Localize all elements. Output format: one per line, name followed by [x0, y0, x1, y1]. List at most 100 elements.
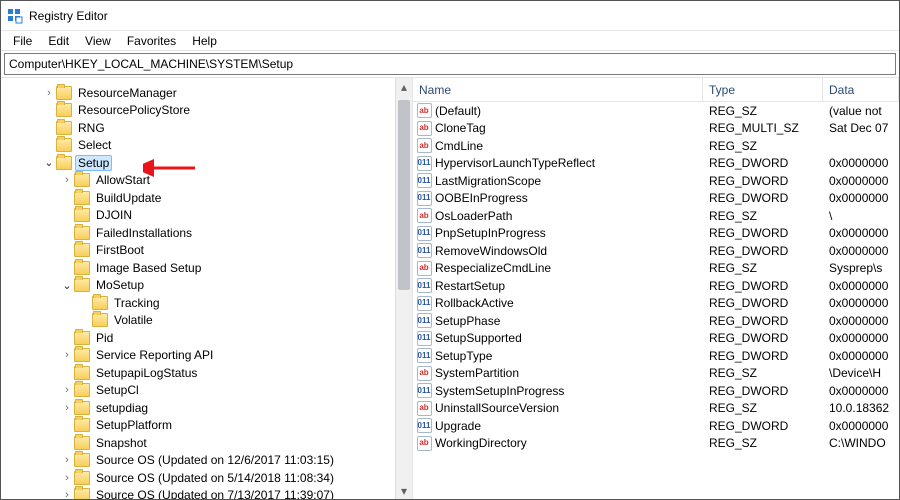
reg-string-icon: ab: [417, 121, 432, 136]
chevron-right-icon[interactable]: ›: [61, 489, 73, 499]
list-row[interactable]: 011SetupSupportedREG_DWORD0x0000000: [413, 330, 899, 348]
tree-view[interactable]: ›ResourceManagerResourcePolicyStoreRNGSe…: [1, 78, 395, 499]
value-data: 0x0000000: [823, 384, 899, 398]
list-row[interactable]: ab(Default)REG_SZ(value not: [413, 102, 899, 120]
tree-item-label: Volatile: [111, 313, 156, 327]
list-row[interactable]: 011SetupPhaseREG_DWORD0x0000000: [413, 312, 899, 330]
list-row[interactable]: abOsLoaderPathREG_SZ\: [413, 207, 899, 225]
list-row[interactable]: abWorkingDirectoryREG_SZC:\WINDO: [413, 435, 899, 453]
value-name: SystemSetupInProgress: [435, 384, 703, 398]
tree-item-label: SetupPlatform: [93, 418, 175, 432]
value-type: REG_DWORD: [703, 156, 823, 170]
tree-item[interactable]: ›Source OS (Updated on 12/6/2017 11:03:1…: [1, 452, 395, 470]
list-row[interactable]: 011RollbackActiveREG_DWORD0x0000000: [413, 295, 899, 313]
tree-item[interactable]: BuildUpdate: [1, 189, 395, 207]
tree-item[interactable]: › SetupCl: [1, 382, 395, 400]
menu-item-file[interactable]: File: [5, 32, 40, 50]
list-row[interactable]: 011RestartSetupREG_DWORD0x0000000: [413, 277, 899, 295]
address-input[interactable]: [5, 54, 895, 74]
value-type: REG_MULTI_SZ: [703, 121, 823, 135]
tree-item[interactable]: Pid: [1, 329, 395, 347]
value-type: REG_SZ: [703, 436, 823, 450]
tree-scrollbar[interactable]: ▴ ▾: [395, 78, 412, 499]
scroll-thumb[interactable]: [398, 100, 410, 290]
list-row[interactable]: abRespecializeCmdLineREG_SZSysprep\s: [413, 260, 899, 278]
chevron-right-icon[interactable]: ›: [61, 454, 73, 466]
list-row[interactable]: 011UpgradeREG_DWORD0x0000000: [413, 417, 899, 435]
list-row[interactable]: 011LastMigrationScopeREG_DWORD0x0000000: [413, 172, 899, 190]
tree-panel: ›ResourceManagerResourcePolicyStoreRNGSe…: [1, 78, 413, 499]
menu-item-favorites[interactable]: Favorites: [119, 32, 184, 50]
tree-item[interactable]: Select: [1, 137, 395, 155]
value-type: REG_DWORD: [703, 419, 823, 433]
tree-item-label: BuildUpdate: [93, 191, 164, 205]
folder-icon: [92, 296, 108, 310]
value-name: RollbackActive: [435, 296, 703, 310]
chevron-right-icon[interactable]: ›: [61, 349, 73, 361]
scroll-down-button[interactable]: ▾: [396, 482, 412, 499]
chevron-right-icon[interactable]: ›: [43, 87, 55, 99]
column-header-type[interactable]: Type: [703, 78, 823, 101]
tree-item-label: ResourceManager: [75, 86, 180, 100]
value-type: REG_SZ: [703, 139, 823, 153]
list-row[interactable]: 011PnpSetupInProgressREG_DWORD0x0000000: [413, 225, 899, 243]
scroll-up-button[interactable]: ▴: [396, 78, 412, 95]
list-view[interactable]: ab(Default)REG_SZ(value notabCloneTagREG…: [413, 102, 899, 499]
tree-item[interactable]: ›setupdiag: [1, 399, 395, 417]
list-row[interactable]: abCmdLineREG_SZ: [413, 137, 899, 155]
reg-string-icon: ab: [417, 103, 432, 118]
tree-item[interactable]: ⌄Setup: [1, 154, 395, 172]
reg-string-icon: ab: [417, 401, 432, 416]
value-data: 0x0000000: [823, 174, 899, 188]
tree-item[interactable]: DJOIN: [1, 207, 395, 225]
tree-item-label: Image Based Setup: [93, 261, 204, 275]
tree-item[interactable]: Volatile: [1, 312, 395, 330]
folder-icon: [74, 418, 90, 432]
value-data: 0x0000000: [823, 156, 899, 170]
tree-item[interactable]: Tracking: [1, 294, 395, 312]
tree-item[interactable]: › ResourceManager: [1, 84, 395, 102]
chevron-right-icon[interactable]: ›: [61, 384, 73, 396]
column-header-name[interactable]: Name: [413, 78, 703, 101]
tree-item[interactable]: ResourcePolicyStore: [1, 102, 395, 120]
list-row[interactable]: abCloneTagREG_MULTI_SZSat Dec 07: [413, 120, 899, 138]
list-row[interactable]: 011SetupTypeREG_DWORD0x0000000: [413, 347, 899, 365]
list-row[interactable]: abSystemPartitionREG_SZ\Device\H: [413, 365, 899, 383]
list-row[interactable]: 011HypervisorLaunchTypeReflectREG_DWORD0…: [413, 155, 899, 173]
value-data: 0x0000000: [823, 279, 899, 293]
folder-icon: [74, 173, 90, 187]
list-row[interactable]: 011RemoveWindowsOldREG_DWORD0x0000000: [413, 242, 899, 260]
tree-item[interactable]: FailedInstallations: [1, 224, 395, 242]
column-header-data[interactable]: Data: [823, 78, 899, 101]
value-type: REG_DWORD: [703, 226, 823, 240]
tree-item[interactable]: › AllowStart: [1, 172, 395, 190]
chevron-right-icon[interactable]: ›: [61, 472, 73, 484]
chevron-down-icon[interactable]: ⌄: [43, 156, 55, 169]
tree-item[interactable]: ›Service Reporting API: [1, 347, 395, 365]
tree-item-label: AllowStart: [93, 173, 153, 187]
menu-item-help[interactable]: Help: [184, 32, 225, 50]
tree-item[interactable]: FirstBoot: [1, 242, 395, 260]
reg-binary-icon: 011: [417, 296, 432, 311]
menu-item-view[interactable]: View: [77, 32, 119, 50]
list-row[interactable]: 011SystemSetupInProgressREG_DWORD0x00000…: [413, 382, 899, 400]
tree-item[interactable]: ›Source OS (Updated on 7/13/2017 11:39:0…: [1, 487, 395, 500]
value-name: RespecializeCmdLine: [435, 261, 703, 275]
chevron-right-icon[interactable]: ›: [61, 174, 73, 186]
chevron-down-icon[interactable]: ⌄: [61, 279, 73, 292]
menu-item-edit[interactable]: Edit: [40, 32, 77, 50]
tree-item[interactable]: RNG: [1, 119, 395, 137]
chevron-right-icon[interactable]: ›: [61, 402, 73, 414]
list-row[interactable]: 011OOBEInProgressREG_DWORD0x0000000: [413, 190, 899, 208]
tree-item-label: SetupCl: [93, 383, 142, 397]
tree-item[interactable]: Image Based Setup: [1, 259, 395, 277]
tree-item[interactable]: ⌄MoSetup: [1, 277, 395, 295]
tree-item[interactable]: SetupPlatform: [1, 417, 395, 435]
tree-item[interactable]: ›Source OS (Updated on 5/14/2018 11:08:3…: [1, 469, 395, 487]
tree-item[interactable]: Snapshot: [1, 434, 395, 452]
list-row[interactable]: abUninstallSourceVersionREG_SZ10.0.18362: [413, 400, 899, 418]
reg-binary-icon: 011: [417, 418, 432, 433]
tree-item[interactable]: SetupapiLogStatus: [1, 364, 395, 382]
value-name: RemoveWindowsOld: [435, 244, 703, 258]
list-header: Name Type Data: [413, 78, 899, 102]
